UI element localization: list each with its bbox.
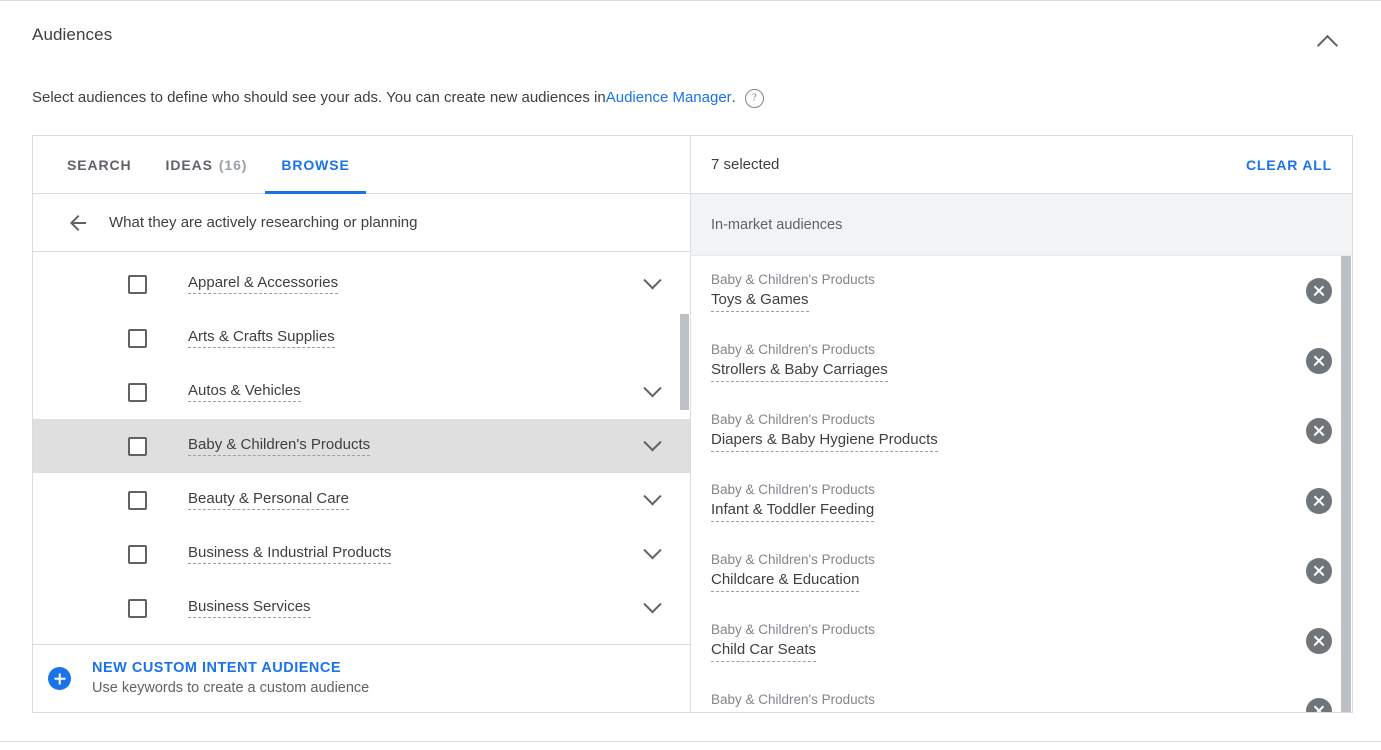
category-checkbox[interactable] [128,274,147,294]
selected-item-row: Baby & Children's Products Baby & Childr… [691,676,1352,712]
close-circle-icon[interactable] [1306,628,1332,654]
description-text-before: Select audiences to define who should se… [32,89,606,106]
tab-browse-label: BROWSE [281,156,350,173]
chevron-placeholder [648,333,659,344]
close-circle-icon[interactable] [1306,558,1332,584]
selected-items-list: Baby & Children's Products Toys & Games … [691,256,1352,712]
breadcrumb-label[interactable]: What they are actively researching or pl… [109,214,418,231]
tab-ideas-label: IDEAS [165,156,213,173]
selected-audiences-pane: 7 selected CLEAR ALL In-market audiences… [691,136,1352,712]
category-row-baby-childrens-products[interactable]: Baby & Children's Products [33,419,690,473]
category-label: Beauty & Personal Care [188,490,349,510]
category-checkbox[interactable] [128,382,147,402]
close-circle-icon[interactable] [1306,348,1332,374]
close-circle-icon[interactable] [1306,418,1332,444]
selected-count-label: 7 selected [711,156,780,173]
section-header: Audiences [32,23,1349,67]
chevron-down-icon[interactable] [643,540,662,559]
category-row-apparel-accessories[interactable]: Apparel & Accessories [33,257,690,311]
selected-item-name: Strollers & Baby Carriages [711,360,888,382]
close-circle-icon[interactable] [1306,488,1332,514]
category-checkbox[interactable] [128,490,147,510]
category-checkbox[interactable] [128,328,147,348]
custom-intent-subtitle: Use keywords to create a custom audience [92,680,370,696]
category-label: Arts & Crafts Supplies [188,328,335,348]
category-row-business-services[interactable]: Business Services [33,581,690,635]
selected-item-row: Baby & Children's Products Childcare & E… [691,536,1352,606]
category-list-scrollbar-thumb[interactable] [680,314,689,410]
selected-item-row: Baby & Children's Products Infant & Todd… [691,466,1352,536]
selected-item-row: Baby & Children's Products Toys & Games [691,256,1352,326]
category-checkbox[interactable] [128,436,147,456]
category-label: Apparel & Accessories [188,274,339,294]
selected-item-parent: Baby & Children's Products [711,692,875,707]
help-glyph: ? [751,91,757,104]
audience-manager-link[interactable]: Audience Manager [606,87,732,109]
audiences-section: Audiences Select audiences to define who… [0,0,1381,750]
category-row-beauty-personal-care[interactable]: Beauty & Personal Care [33,473,690,527]
section-description: Select audiences to define who should se… [32,87,764,109]
tab-ideas-count: (16) [218,156,248,173]
selected-group-header: In-market audiences [691,194,1352,256]
custom-intent-title: NEW CUSTOM INTENT AUDIENCE [92,660,342,676]
help-circle-icon[interactable]: ? [744,88,764,108]
chevron-up-icon [1316,34,1338,56]
audience-picker: SEARCH IDEAS (16) BROWSE What they are a… [32,135,1353,713]
category-label: Business Services [188,598,311,618]
selected-item-row: Baby & Children's Products Diapers & Bab… [691,396,1352,466]
selected-item-name: Infant & Toddler Feeding [711,500,875,522]
selected-item-name: Child Car Seats [711,640,817,662]
close-circle-icon[interactable] [1306,698,1332,712]
selected-item-parent: Baby & Children's Products [711,412,875,427]
category-row-autos-vehicles[interactable]: Autos & Vehicles [33,365,690,419]
category-label: Business & Industrial Products [188,544,392,564]
arrow-left-icon[interactable] [66,211,90,235]
selected-item-row: Baby & Children's Products Child Car Sea… [691,606,1352,676]
chevron-down-icon[interactable] [643,270,662,289]
category-list: Apparel & Accessories Arts & Crafts Supp… [33,252,690,644]
chevron-down-icon[interactable] [643,378,662,397]
category-row-arts-crafts-supplies[interactable]: Arts & Crafts Supplies [33,311,690,365]
category-checkbox[interactable] [128,598,147,618]
selected-item-parent: Baby & Children's Products [711,342,875,357]
browse-pane: SEARCH IDEAS (16) BROWSE What they are a… [33,136,691,712]
selected-item-name: Toys & Games [711,290,809,312]
collapse-section-button[interactable] [1313,29,1341,57]
selected-list-scrollbar-thumb[interactable] [1341,256,1351,712]
tab-browse[interactable]: BROWSE [265,136,367,194]
clear-all-button[interactable]: CLEAR ALL [1246,157,1332,173]
selected-item-parent: Baby & Children's Products [711,622,875,637]
category-list-scrollbar[interactable] [678,252,690,644]
description-text-after: . [731,89,736,106]
page-title: Audiences [32,25,113,44]
selected-list-scrollbar[interactable] [1340,256,1352,712]
selected-group-header-label: In-market audiences [711,216,843,233]
tab-search-label: SEARCH [67,156,132,173]
category-row-business-industrial-products[interactable]: Business & Industrial Products [33,527,690,581]
category-label: Autos & Vehicles [188,382,301,402]
selected-item-parent: Baby & Children's Products [711,272,875,287]
selected-item-name: Baby & Children's Apparel [711,710,885,712]
chevron-down-icon[interactable] [643,594,662,613]
selected-item-parent: Baby & Children's Products [711,552,875,567]
new-custom-intent-audience-button[interactable]: NEW CUSTOM INTENT AUDIENCE Use keywords … [33,644,690,712]
plus-circle-icon [48,667,71,690]
chevron-down-icon[interactable] [643,486,662,505]
bottom-divider [0,741,1381,742]
chevron-down-icon[interactable] [643,432,662,451]
selected-item-row: Baby & Children's Products Strollers & B… [691,326,1352,396]
category-label: Baby & Children's Products [188,436,371,456]
selected-item-parent: Baby & Children's Products [711,482,875,497]
tab-ideas[interactable]: IDEAS (16) [166,136,248,193]
picker-tabs: SEARCH IDEAS (16) BROWSE [33,136,690,194]
tab-search[interactable]: SEARCH [67,136,132,193]
selected-item-name: Childcare & Education [711,570,860,592]
selected-toolbar: 7 selected CLEAR ALL [691,136,1352,194]
category-checkbox[interactable] [128,544,147,564]
breadcrumb: What they are actively researching or pl… [33,194,690,252]
close-circle-icon[interactable] [1306,278,1332,304]
selected-item-name: Diapers & Baby Hygiene Products [711,430,938,452]
